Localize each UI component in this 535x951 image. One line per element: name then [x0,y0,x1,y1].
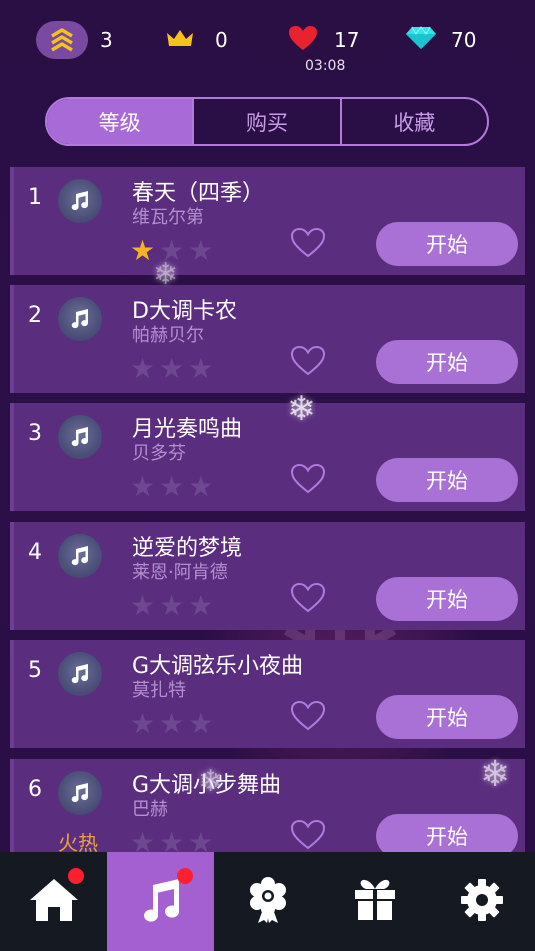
start-button[interactable]: 开始 [376,458,518,502]
song-composer: 莫扎特 [132,680,186,701]
star-icon: ★ [188,234,214,267]
music-note-icon [58,179,102,223]
song-number: 3 [28,421,42,446]
start-button[interactable]: 开始 [376,340,518,384]
favorite-heart-icon[interactable] [290,582,326,618]
star-icon: ★ [159,470,185,503]
list-item: 2 D大调卡农 帕赫贝尔 ★ ★ ★ 开始 [10,285,525,393]
settings-gear-icon [460,878,504,926]
song-composer: 莱恩·阿肯德 [132,562,228,583]
star-icon: ★ [130,707,156,740]
music-note-icon [58,771,102,815]
list-item: 3 月光奏鸣曲 贝多芬 ★ ★ ★ 开始 [10,403,525,511]
notification-dot [68,868,84,884]
status-bar: 3 0 17 03:08 70 [0,0,535,82]
song-composer: 维瓦尔第 [132,207,204,228]
nav-gifts[interactable] [321,852,428,951]
diamond-value: 70 [451,28,477,52]
favorite-heart-icon[interactable] [290,819,326,855]
rank-chevrons-icon [36,21,88,59]
song-number: 6 [28,777,42,802]
favorite-heart-icon[interactable] [290,345,326,381]
list-item: 1 春天（四季） 维瓦尔第 ★ ★ ★ 开始 [10,167,525,275]
nav-home[interactable] [0,852,107,951]
song-number: 2 [28,303,42,328]
diamond-icon [405,26,437,54]
favorite-heart-icon[interactable] [290,700,326,736]
snowflake-decoration: ❄ [153,257,179,292]
notification-dot [177,868,193,884]
start-button[interactable]: 开始 [376,695,518,739]
list-item: 4 逆爱的梦境 莱恩·阿肯德 ★ ★ ★ 开始 [10,522,525,630]
star-icon: ★ [188,470,214,503]
nav-songs[interactable] [107,852,214,951]
diamond-stat[interactable]: 70 [405,22,476,58]
rank-stat[interactable]: 3 [36,21,113,59]
song-number: 4 [28,540,42,565]
song-number: 1 [28,185,42,210]
favorite-heart-icon[interactable] [290,227,326,263]
start-button[interactable]: 开始 [376,222,518,266]
star-rating: ★ ★ ★ [130,355,213,383]
rank-value: 3 [100,28,113,52]
star-icon: ★ [130,589,156,622]
star-icon: ★ [130,470,156,503]
start-button[interactable]: 开始 [376,577,518,621]
star-rating: ★ ★ ★ [130,592,213,620]
music-note-icon [58,652,102,696]
snowflake-decoration: ❄ [480,754,511,795]
star-icon: ★ [130,352,156,385]
crown-value: 0 [215,28,228,52]
song-composer: 贝多芬 [132,443,186,464]
tab-purchase[interactable]: 购买 [192,99,339,144]
snowflake-decoration: ❄ [287,389,316,429]
star-icon: ★ [159,707,185,740]
tab-levels[interactable]: 等级 [47,99,193,144]
music-note-icon [139,877,183,927]
star-rating: ★ ★ ★ [130,710,213,738]
crown-icon [165,27,195,53]
nav-settings[interactable] [428,852,535,951]
star-icon: ★ [188,352,214,385]
favorite-heart-icon[interactable] [290,463,326,499]
nav-achievements[interactable] [214,852,321,951]
snowflake-decoration: ❄ [198,764,224,799]
star-icon: ★ [188,589,214,622]
song-composer: 巴赫 [132,799,168,820]
star-icon: ★ [159,352,185,385]
lives-timer: 03:08 [305,58,346,74]
lives-stat[interactable]: 17 [288,22,359,58]
star-icon: ★ [188,707,214,740]
list-item: 5 G大调弦乐小夜曲 莫扎特 ★ ★ ★ 开始 [10,640,525,748]
lives-value: 17 [334,28,360,52]
gift-icon [353,878,397,926]
bottom-nav [0,852,535,951]
tab-favorites[interactable]: 收藏 [339,99,487,144]
heart-icon [288,25,318,55]
level-tabs: 等级 购买 收藏 [45,97,489,146]
list-item: 6 G大调小步舞曲 巴赫 火热 ★ ★ ★ 开始 [10,759,525,867]
crown-stat[interactable]: 0 [165,22,228,58]
star-rating: ★ ★ ★ [130,473,213,501]
music-note-icon [58,534,102,578]
music-note-icon [58,297,102,341]
flower-badge-icon [248,876,288,928]
star-icon: ★ [130,234,156,267]
song-number: 5 [28,658,42,683]
star-icon: ★ [159,589,185,622]
music-note-icon [58,415,102,459]
song-composer: 帕赫贝尔 [132,325,204,346]
